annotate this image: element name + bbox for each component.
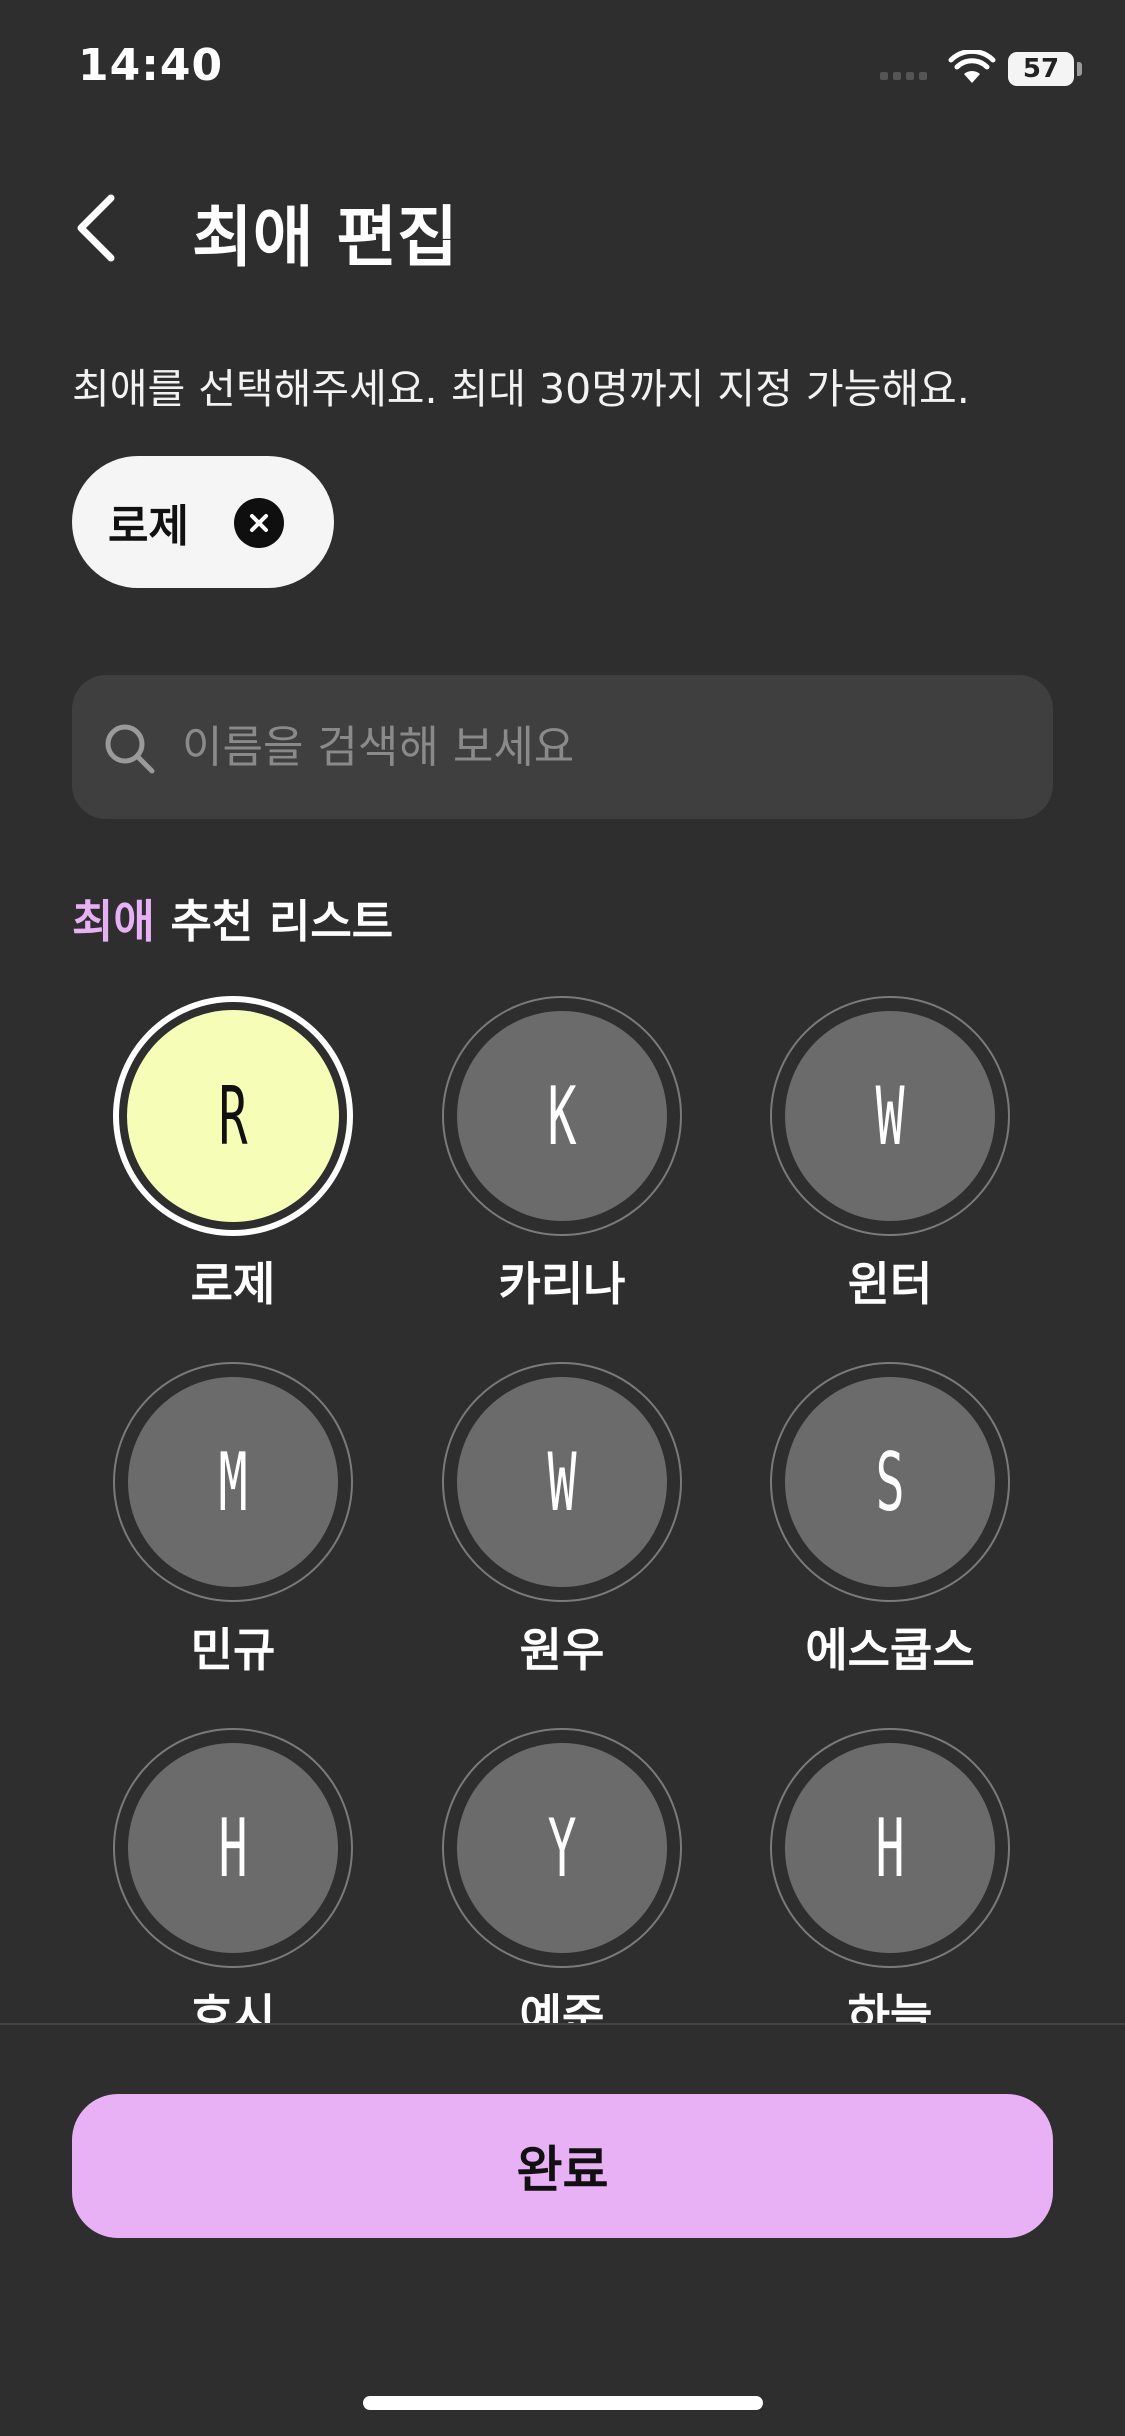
recommendation-item[interactable]: S 에스쿱스: [721, 1356, 1051, 1677]
avatar: H: [785, 1743, 995, 1953]
recommendation-name: 로제: [190, 1257, 276, 1311]
section-title: 최애 추천 리스트: [72, 885, 393, 950]
recommendation-item[interactable]: K 카리나: [393, 990, 723, 1311]
recommendation-item[interactable]: M 민규: [64, 1356, 394, 1677]
chevron-left-icon: [77, 194, 115, 262]
recommendation-item[interactable]: R 로제: [64, 990, 394, 1311]
avatar-ring: K: [442, 996, 682, 1236]
avatar: W: [457, 1377, 667, 1587]
search-icon: [105, 724, 155, 774]
avatar: M: [128, 1377, 338, 1587]
selected-chip: 로제: [72, 456, 334, 588]
avatar-ring: W: [442, 1362, 682, 1602]
recommendation-name: 예준: [519, 1989, 605, 2023]
avatar: W: [785, 1011, 995, 1221]
recommendation-item[interactable]: W 윈터: [721, 990, 1051, 1311]
avatar-ring: W: [770, 996, 1010, 1236]
battery-icon: 57: [1008, 52, 1074, 86]
section-title-text: 추천 리스트: [154, 895, 394, 948]
recommendation-item[interactable]: W 원우: [393, 1356, 723, 1677]
avatar-initial: R: [218, 1069, 248, 1163]
avatar: R: [127, 1010, 339, 1222]
avatar-ring: M: [113, 1362, 353, 1602]
avatar-initial: K: [547, 1069, 577, 1163]
cellular-signal-icon: [880, 72, 927, 80]
bottom-divider: [0, 2023, 1125, 2025]
avatar-initial: M: [218, 1435, 248, 1529]
back-button[interactable]: [60, 188, 130, 268]
wifi-icon: [948, 50, 996, 83]
complete-button[interactable]: 완료: [72, 2094, 1053, 2238]
recommendation-name: 카리나: [498, 1257, 626, 1311]
home-indicator[interactable]: [363, 2396, 763, 2410]
recommendation-item[interactable]: Y 예준: [393, 1722, 723, 2023]
instruction-text: 최애를 선택해주세요. 최대 30명까지 지정 가능해요.: [72, 365, 970, 413]
avatar-ring: S: [770, 1362, 1010, 1602]
avatar-initial: S: [875, 1435, 905, 1529]
avatar: H: [128, 1743, 338, 1953]
recommendation-name: 윈터: [847, 1257, 933, 1311]
search-field: [72, 675, 1053, 819]
recommendation-name: 호시: [190, 1989, 276, 2023]
chip-remove-button[interactable]: [234, 498, 284, 548]
avatar-initial: W: [547, 1435, 577, 1529]
recommendation-name: 에스쿱스: [805, 1623, 975, 1677]
search-input[interactable]: [182, 675, 1022, 819]
avatar: S: [785, 1377, 995, 1587]
avatar-ring: H: [113, 1728, 353, 1968]
recommendation-item[interactable]: H 호시: [64, 1722, 394, 2023]
avatar-ring: R: [113, 996, 353, 1236]
avatar-ring: Y: [442, 1728, 682, 1968]
recommendation-name: 원우: [519, 1623, 605, 1677]
battery-level: 57: [1022, 54, 1060, 84]
status-time: 14:40: [78, 40, 224, 91]
close-icon: [250, 514, 268, 532]
recommendation-name: 하늘: [847, 1989, 933, 2023]
recommendation-list[interactable]: R 로제 K 카리나 W 윈터 M 민규 W 원우 S 에스쿱스 H 호시 Y …: [0, 990, 1125, 2023]
avatar-initial: H: [875, 1801, 905, 1895]
avatar: Y: [457, 1743, 667, 1953]
avatar-initial: H: [218, 1801, 248, 1895]
chip-label: 로제: [108, 501, 189, 552]
avatar-initial: W: [875, 1069, 905, 1163]
screen: 14:40 57 최애 편집 최애를 선택해주세요. 최대 30명까지 지정 가…: [0, 0, 1125, 2436]
status-bar: 14:40 57: [0, 0, 1125, 135]
recommendation-name: 민규: [190, 1623, 276, 1677]
battery-tip: [1077, 62, 1082, 76]
avatar-initial: Y: [547, 1801, 577, 1895]
recommendation-item[interactable]: H 하늘: [721, 1722, 1051, 2023]
section-title-accent: 최애: [72, 895, 155, 948]
avatar-ring: H: [770, 1728, 1010, 1968]
page-title: 최애 편집: [192, 199, 458, 276]
avatar: K: [457, 1011, 667, 1221]
